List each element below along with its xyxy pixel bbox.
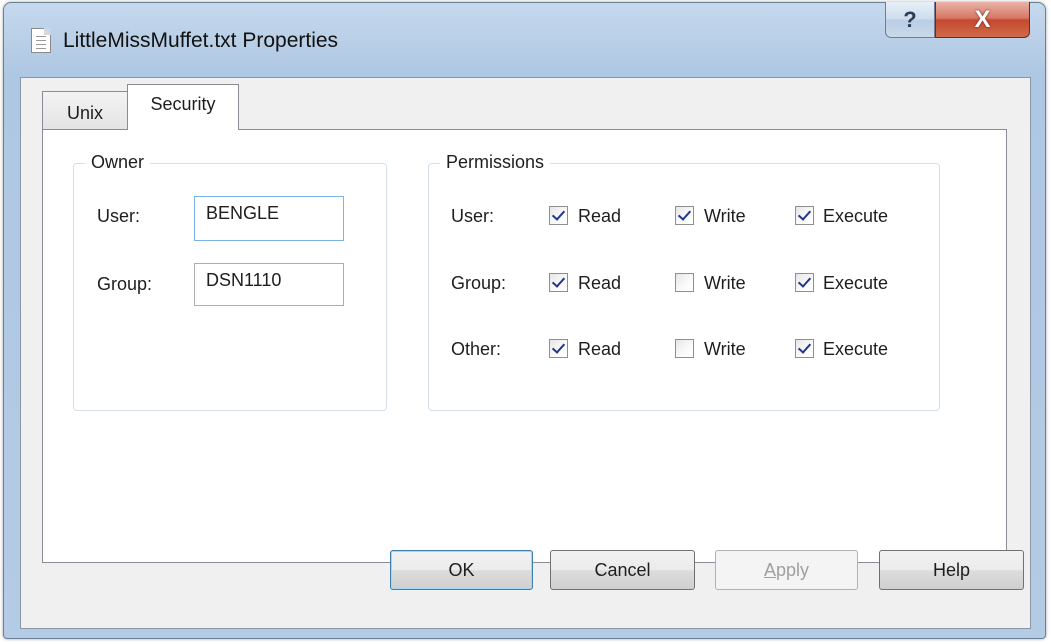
perm-execute-label: Execute xyxy=(823,273,889,293)
perm-read-label: Read xyxy=(578,206,622,226)
apply-label: pply xyxy=(775,559,810,580)
perm-read-label: Read xyxy=(578,339,622,359)
perm-group-write-checkbox[interactable] xyxy=(675,273,694,292)
tab-security[interactable]: Security xyxy=(127,84,239,130)
help-dialog-button[interactable]: Help xyxy=(879,550,1024,590)
ok-button[interactable]: OK xyxy=(390,550,533,590)
perm-other-label: Other: xyxy=(451,339,502,359)
owner-group-label: Group: xyxy=(97,274,153,294)
perm-group-read-checkbox[interactable] xyxy=(549,273,568,292)
text-document-icon xyxy=(31,28,51,53)
apply-button[interactable]: Apply xyxy=(715,550,858,590)
perm-read-label: Read xyxy=(578,273,622,293)
help-button[interactable]: ? xyxy=(885,2,935,38)
security-tab-panel: Owner User: BENGLE Group: DSN1110 Permis… xyxy=(42,129,1007,563)
perm-other-execute-checkbox[interactable] xyxy=(795,339,814,358)
question-mark-icon: ? xyxy=(903,6,917,32)
title-bar[interactable]: LittleMissMuffet.txt Properties ? X xyxy=(4,2,1045,77)
apply-accelerator: A xyxy=(763,559,776,580)
tab-unix[interactable]: Unix xyxy=(42,91,128,129)
permissions-group: Permissions User: Read Write Execute Gro… xyxy=(428,152,940,411)
perm-user-execute-checkbox[interactable] xyxy=(795,206,814,225)
perm-write-label: Write xyxy=(704,273,746,293)
close-icon: X xyxy=(974,5,991,33)
owner-group-title: Owner xyxy=(85,152,151,173)
perm-execute-label: Execute xyxy=(823,339,889,359)
perm-write-label: Write xyxy=(704,339,746,359)
dialog-body: Unix Security Owner User: BENGLE Group: … xyxy=(20,77,1031,629)
window-title: LittleMissMuffet.txt Properties xyxy=(63,29,339,52)
perm-group-label: Group: xyxy=(451,273,507,293)
perm-user-read-checkbox[interactable] xyxy=(549,206,568,225)
owner-user-field[interactable]: BENGLE xyxy=(194,196,344,241)
tab-label: Unix xyxy=(66,103,103,123)
owner-group-field[interactable]: DSN1110 xyxy=(194,263,344,306)
tab-label: Security xyxy=(150,94,216,114)
cancel-button[interactable]: Cancel xyxy=(550,550,695,590)
perm-group-execute-checkbox[interactable] xyxy=(795,273,814,292)
perm-user-write-checkbox[interactable] xyxy=(675,206,694,225)
properties-dialog: LittleMissMuffet.txt Properties ? X Unix… xyxy=(3,2,1046,639)
owner-group: Owner User: BENGLE Group: DSN1110 xyxy=(73,152,387,411)
permissions-group-title: Permissions xyxy=(440,152,551,173)
owner-user-label: User: xyxy=(97,206,141,226)
perm-other-read-checkbox[interactable] xyxy=(549,339,568,358)
perm-write-label: Write xyxy=(704,206,746,226)
perm-other-write-checkbox[interactable] xyxy=(675,339,694,358)
close-button[interactable]: X xyxy=(935,2,1030,38)
perm-user-label: User: xyxy=(451,206,495,226)
perm-execute-label: Execute xyxy=(823,206,889,226)
